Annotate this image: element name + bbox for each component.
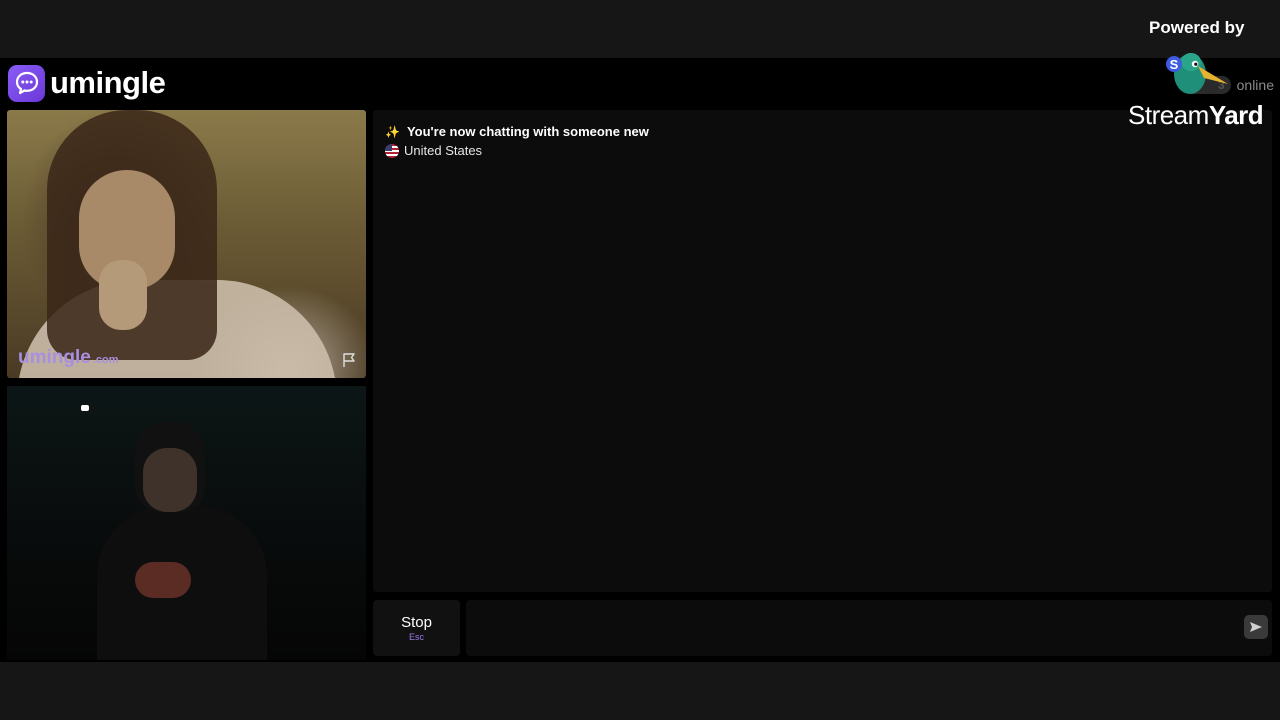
send-button[interactable]	[1244, 615, 1268, 639]
us-flag-icon	[385, 143, 399, 158]
self-video-light	[81, 405, 89, 411]
partner-country: United States	[404, 143, 483, 158]
stream-bottom-band	[0, 662, 1280, 720]
chat-panel: ✨ You're now chatting with someone new U…	[373, 110, 1272, 592]
online-label: online	[1236, 77, 1274, 93]
powered-by-label: Powered by	[1149, 18, 1245, 37]
header: umingle	[8, 63, 166, 103]
streamyard-wordmark: StreamYard	[1128, 100, 1264, 131]
self-person-hands	[135, 562, 191, 598]
streamyard-logo-icon: S	[1164, 48, 1230, 98]
remote-person-hand	[99, 260, 147, 330]
sparkle-icon: ✨	[385, 124, 400, 139]
chat-status-text: You're now chatting with someone new	[406, 124, 649, 139]
streamyard-word-yard: Yard	[1208, 100, 1264, 130]
chat-status-line: ✨ You're now chatting with someone new	[385, 124, 649, 139]
message-input[interactable]	[466, 600, 1272, 656]
chat-bubble-icon[interactable]	[8, 64, 45, 102]
remote-video: umingle .com	[7, 110, 366, 378]
partner-country-line: United States	[385, 143, 482, 158]
umingle-app: umingle 3 online umingle .com ✨ You're no…	[0, 58, 1280, 662]
flag-icon[interactable]	[341, 352, 357, 368]
video-watermark: umingle .com	[18, 347, 119, 369]
stream-top-band	[0, 0, 1280, 58]
stop-button[interactable]: Stop Esc	[373, 600, 460, 656]
stop-button-label: Stop	[401, 614, 432, 631]
brand-name[interactable]: umingle	[50, 65, 166, 101]
stop-shortcut-hint: Esc	[408, 632, 424, 642]
svg-text:S: S	[1170, 57, 1179, 72]
watermark-brand: umingle	[18, 347, 91, 368]
watermark-domain: .com	[92, 354, 119, 366]
self-person-face	[143, 448, 197, 512]
send-icon	[1250, 622, 1262, 632]
self-video	[7, 386, 366, 660]
streamyard-word-stream: Stream	[1128, 100, 1209, 130]
